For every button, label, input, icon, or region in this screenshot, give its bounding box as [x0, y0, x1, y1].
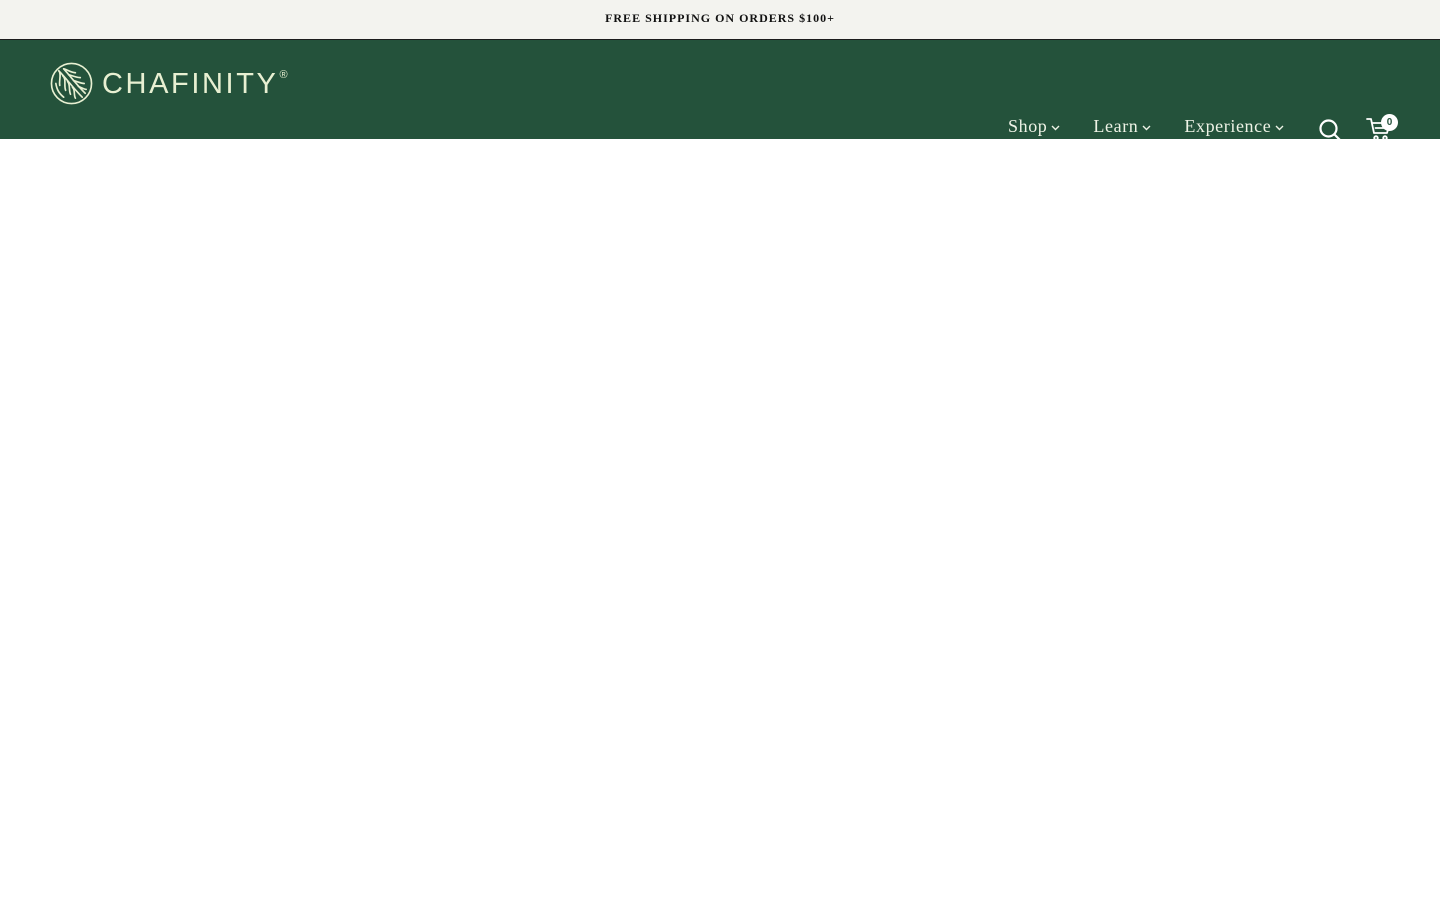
leaf-logo-icon — [50, 62, 93, 104]
logo-wordmark: CHAFINITY — [102, 67, 279, 100]
nav-item-experience-label: Experience — [1184, 116, 1272, 136]
nav-item-learn-label: Learn — [1093, 116, 1139, 136]
main-nav: Shop Learn Experience — [1008, 116, 1284, 137]
logo-link[interactable]: CHAFINITY ® — [50, 61, 288, 105]
main-content — [0, 139, 1440, 899]
site-header: CHAFINITY ® Shop Learn Experience 0 — [0, 40, 1440, 142]
nav-item-learn[interactable]: Learn — [1093, 116, 1151, 137]
announcement-bar: FREE SHIPPING ON ORDERS $100+ — [0, 0, 1440, 40]
nav-item-shop[interactable]: Shop — [1008, 116, 1060, 137]
nav-item-shop-label: Shop — [1008, 116, 1048, 136]
announcement-text: FREE SHIPPING ON ORDERS $100+ — [605, 11, 835, 25]
registered-mark: ® — [279, 69, 288, 81]
chevron-down-icon — [1142, 125, 1151, 131]
chevron-down-icon — [1051, 125, 1060, 131]
nav-item-experience[interactable]: Experience — [1184, 116, 1284, 137]
search-icon[interactable] — [1318, 118, 1342, 142]
chevron-down-icon — [1275, 125, 1284, 131]
cart-count-badge: 0 — [1381, 114, 1398, 131]
